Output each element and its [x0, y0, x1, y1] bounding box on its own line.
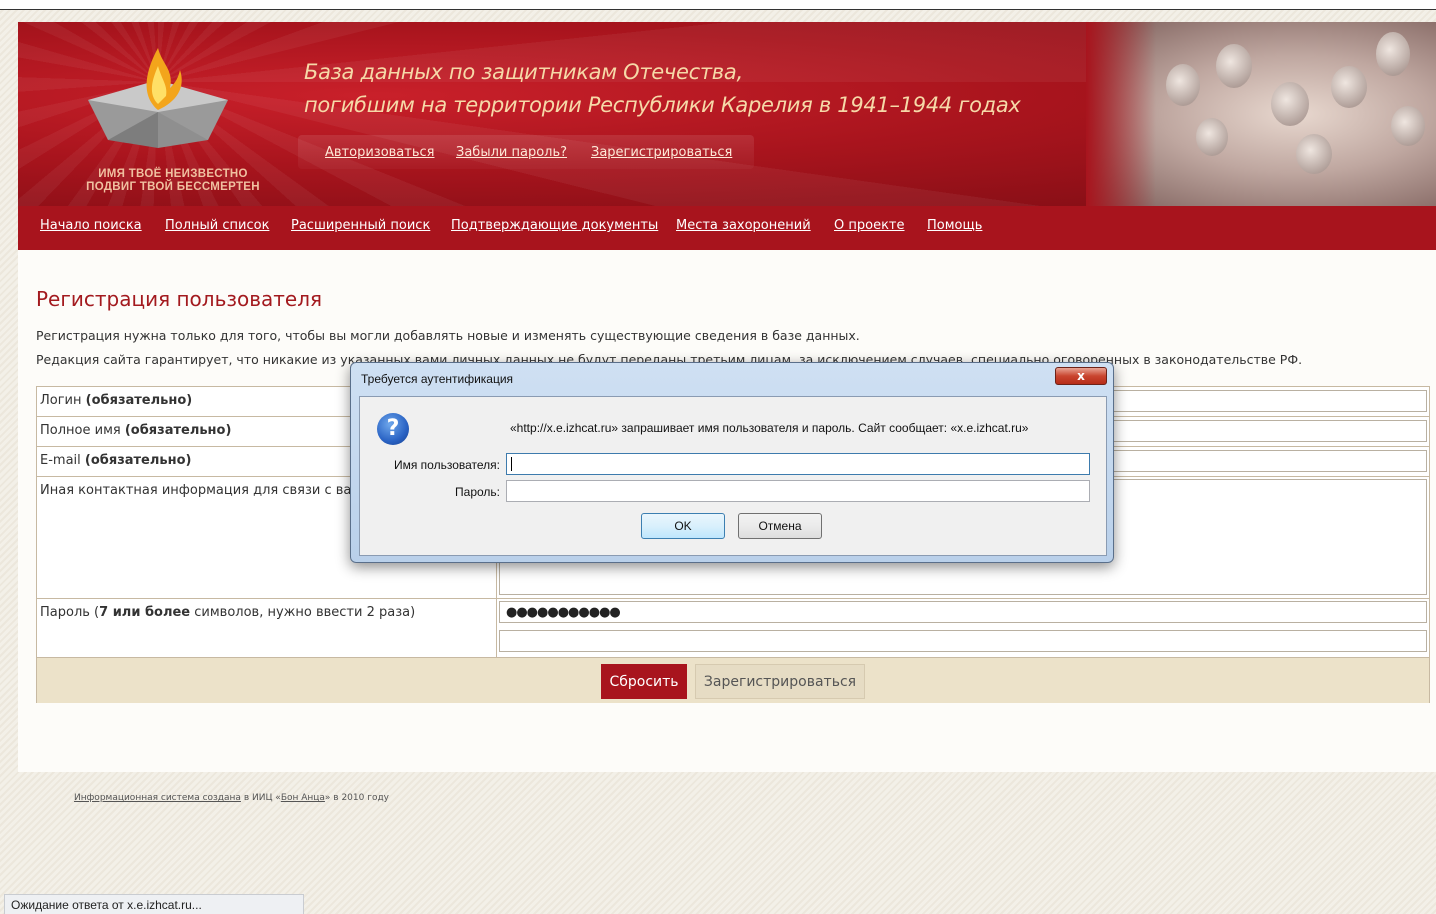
logo-motto-line1: ИМЯ ТВОЁ НЕИЗВЕСТНО: [98, 168, 248, 180]
historical-photo: [1086, 22, 1436, 206]
photo-figure: [1196, 118, 1228, 156]
login-label-text: Логин: [40, 393, 86, 408]
reset-button[interactable]: Сбросить: [601, 664, 687, 699]
submit-register-button[interactable]: Зарегистрироваться: [695, 664, 865, 699]
flame-memorial-icon: [88, 48, 228, 148]
footer-credits: Информационная система создана в ИИЦ «Бо…: [74, 793, 389, 803]
password-label-text: Пароль (: [40, 605, 100, 620]
username-label: Имя пользователя:: [393, 458, 500, 472]
required-marker: (обязательно): [85, 393, 193, 408]
password-value: ●●●●●●●●●●●: [506, 605, 621, 620]
password-input[interactable]: ●●●●●●●●●●●: [499, 601, 1427, 623]
photo-figure: [1216, 44, 1252, 88]
close-button[interactable]: x: [1055, 367, 1107, 385]
nav-burial-places[interactable]: Места захоронений: [676, 218, 811, 233]
photo-figure: [1331, 66, 1367, 108]
browser-top-edge: [0, 0, 1436, 10]
password-label-suffix: символов, нужно ввести 2 раза): [190, 605, 416, 620]
nav-search-start[interactable]: Начало поиска: [40, 218, 142, 233]
nav-about[interactable]: О проекте: [834, 218, 905, 233]
site-header: ИМЯ ТВОЁ НЕИЗВЕСТНО ПОДВИГ ТВОЙ БЕССМЕРТ…: [18, 22, 1436, 206]
forgot-password-link[interactable]: Забыли пароль?: [456, 145, 567, 160]
logo-motto-line2: ПОДВИГ ТВОЙ БЕССМЕРТЕН: [86, 181, 260, 193]
logo-motto: ИМЯ ТВОЁ НЕИЗВЕСТНО ПОДВИГ ТВОЙ БЕССМЕРТ…: [48, 168, 298, 194]
site-title: База данных по защитникам Отечества, пог…: [304, 56, 1021, 122]
photo-figure: [1376, 32, 1410, 76]
question-icon: ?: [377, 413, 409, 445]
auth-bar: Авторизоваться Забыли пароль? Зарегистри…: [298, 135, 754, 169]
photo-figure: [1271, 82, 1309, 126]
nav-documents[interactable]: Подтверждающие документы: [451, 218, 658, 233]
dialog-password-label: Пароль:: [455, 485, 500, 499]
nav-help[interactable]: Помощь: [927, 218, 982, 233]
page-title: Регистрация пользователя: [36, 287, 323, 311]
nav-advanced-search[interactable]: Расширенный поиск: [291, 218, 430, 233]
photo-figure: [1166, 64, 1200, 106]
site-title-line2: погибшим на территории Республики Карели…: [304, 93, 1021, 117]
site-title-line1: База данных по защитникам Отечества,: [304, 60, 743, 84]
main-nav: Начало поиска Полный список Расширенный …: [18, 206, 1436, 250]
required-marker: (обязательно): [84, 453, 192, 468]
nav-full-list[interactable]: Полный список: [165, 218, 269, 233]
username-input[interactable]: [506, 453, 1090, 475]
dialog-title: Требуется аутентификация: [361, 372, 514, 386]
dialog-password-input[interactable]: [506, 480, 1090, 502]
intro-text: Регистрация нужна только для того, чтобы…: [36, 328, 860, 343]
browser-status-bar: Ожидание ответа от x.e.izhcat.ru...: [4, 894, 304, 914]
cancel-button[interactable]: Отмена: [738, 513, 822, 539]
register-link[interactable]: Зарегистрироваться: [591, 145, 732, 160]
photo-figure: [1391, 106, 1425, 146]
email-label-text: E-mail: [40, 453, 85, 468]
footer-text-part: в ИИЦ «: [240, 793, 281, 803]
eternal-flame-logo[interactable]: ИМЯ ТВОЁ НЕИЗВЕСТНО ПОДВИГ ТВОЙ БЕССМЕРТ…: [48, 40, 268, 200]
ok-button[interactable]: OK: [641, 513, 725, 539]
required-marker: (обязательно): [124, 423, 232, 438]
password-length-hint: 7 или более: [99, 605, 191, 620]
login-link[interactable]: Авторизоваться: [325, 145, 434, 160]
text-caret: [511, 457, 512, 471]
dialog-message: «http://x.e.izhcat.ru» запрашивает имя п…: [510, 421, 1029, 435]
footer-system-link[interactable]: Информационная система создана: [74, 793, 241, 803]
auth-dialog: Требуется аутентификация x ? «http://x.e…: [350, 362, 1114, 563]
password-label: Пароль (7 или более символов, нужно ввес…: [37, 599, 497, 657]
photo-figure: [1296, 134, 1332, 174]
dialog-body: ? «http://x.e.izhcat.ru» запрашивает имя…: [359, 396, 1107, 556]
password-confirm-input[interactable]: [499, 630, 1427, 652]
fullname-label-text: Полное имя: [40, 423, 125, 438]
form-buttons: Сбросить Зарегистрироваться: [37, 657, 1429, 703]
form-row-password: Пароль (7 или более символов, нужно ввес…: [37, 599, 1429, 657]
footer-text-part: » в 2010 году: [324, 793, 390, 803]
footer-company-link[interactable]: Бон Анца: [281, 793, 325, 803]
